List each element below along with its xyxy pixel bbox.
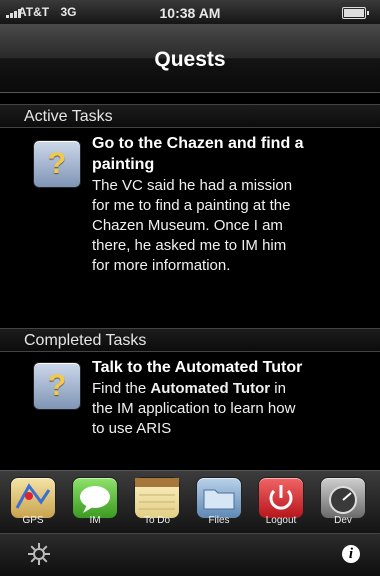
tab-label: GPS: [22, 515, 44, 526]
quest-item-completed[interactable]: ? Talk to the Automated Tutor Find the A…: [0, 354, 380, 464]
description-line: for me to find a painting at the: [92, 197, 291, 214]
tab-dev[interactable]: Dev: [314, 477, 372, 529]
quest-description: The VC said he had a mission for me to f…: [92, 176, 367, 276]
description-line: the IM application to learn how: [92, 400, 296, 417]
tab-bar: GPS IM To Do Files Logout Dev: [0, 470, 380, 533]
tab-to-do[interactable]: To Do: [128, 477, 186, 529]
navigation-bar: Quests: [0, 24, 380, 93]
tab-logout[interactable]: Logout: [252, 477, 310, 529]
description-text: Find the: [92, 380, 151, 397]
gear-icon[interactable]: [28, 543, 50, 565]
quest-title: Go to the Chazen and find a painting: [92, 133, 362, 175]
quest-item-active[interactable]: ? Go to the Chazen and find a painting T…: [0, 130, 380, 330]
tab-label: To Do: [143, 515, 171, 526]
map-icon: [10, 477, 56, 519]
description-line: to use ARIS: [92, 420, 172, 437]
chat-bubble-icon: [72, 477, 118, 519]
section-header-completed-tasks: Completed Tasks: [0, 328, 380, 352]
description-line: Chazen Museum. Once I am: [92, 217, 283, 234]
page-title: Quests: [154, 48, 226, 71]
gauge-icon: [320, 477, 366, 519]
description-line: The VC said he had a mission: [92, 177, 293, 194]
tab-label: Dev: [334, 515, 352, 526]
quest-title-line: Go to the Chazen and find a: [92, 135, 304, 152]
quest-title-line: painting: [92, 156, 155, 173]
tab-label: IM: [89, 515, 101, 526]
battery-icon: [342, 7, 369, 19]
question-icon: ?: [33, 140, 81, 188]
tab-im[interactable]: IM: [66, 477, 124, 529]
folder-icon: [196, 477, 242, 519]
bottom-toolbar: i: [0, 533, 380, 576]
description-line: for more information.: [92, 257, 231, 274]
question-icon: ?: [33, 362, 81, 410]
section-header-active-tasks: Active Tasks: [0, 104, 380, 128]
quest-title: Talk to the Automated Tutor: [92, 359, 303, 376]
tab-gps[interactable]: GPS: [4, 477, 62, 529]
notepad-icon: [134, 477, 180, 519]
tab-label: Logout: [265, 515, 297, 526]
status-bar: AT&T 3G 10:38 AM: [0, 0, 380, 24]
description-emphasis: Automated Tutor: [150, 380, 271, 397]
power-icon: [258, 477, 304, 519]
tab-label: Files: [208, 515, 230, 526]
info-icon[interactable]: i: [342, 545, 360, 563]
tab-files[interactable]: Files: [190, 477, 248, 529]
description-text: in: [270, 380, 286, 397]
description-line: Find the Automated Tutor in: [92, 379, 367, 399]
quest-description: Find the Automated Tutor in the IM appli…: [92, 379, 367, 439]
description-line: there, he asked me to IM him: [92, 237, 287, 254]
status-time: 10:38 AM: [159, 5, 221, 21]
